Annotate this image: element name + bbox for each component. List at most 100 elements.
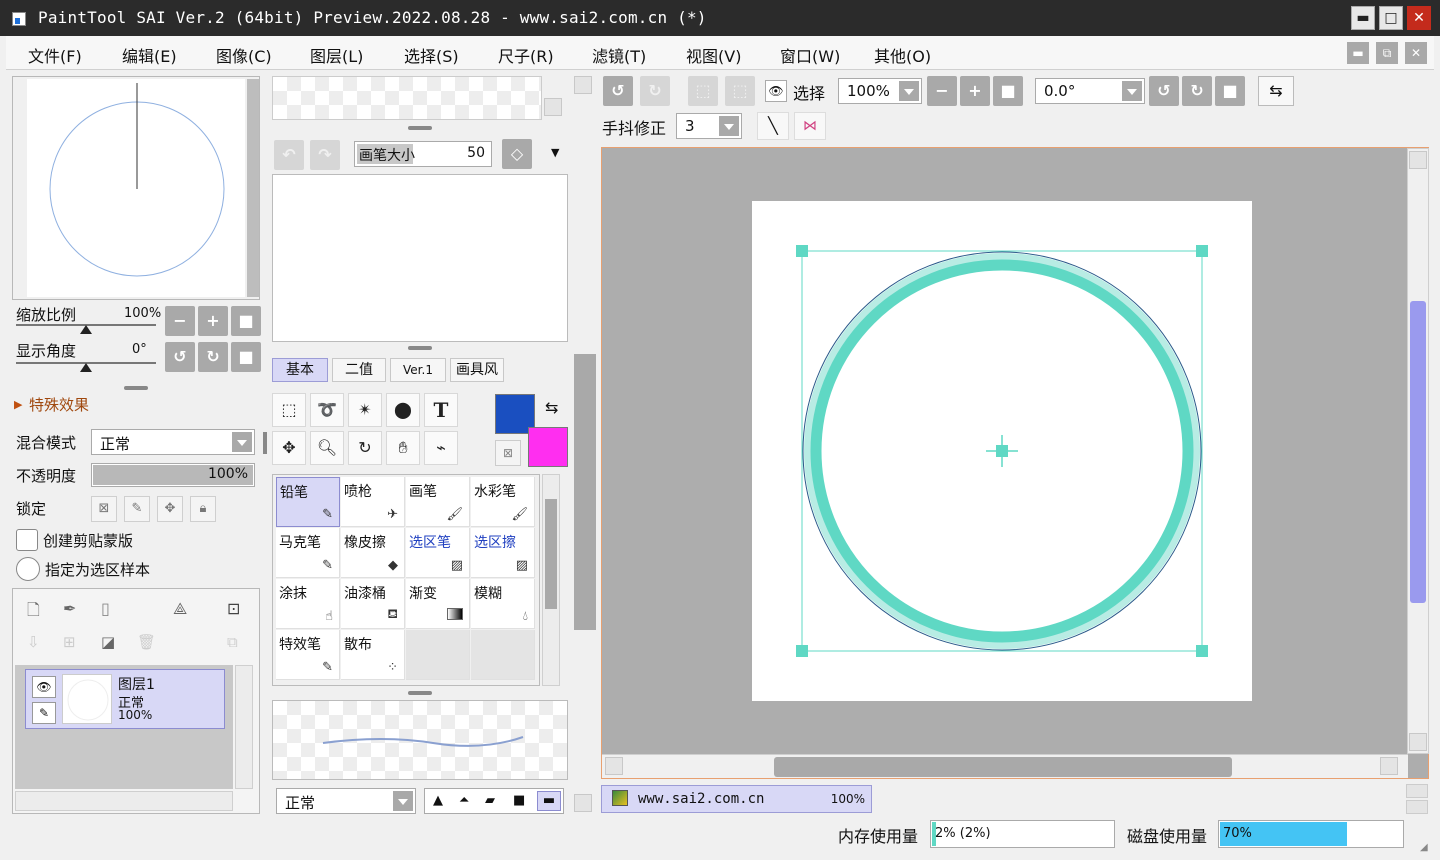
duplicate-layer-icon[interactable]: ⧉: [227, 633, 238, 651]
stabilizer-select[interactable]: 3: [676, 113, 742, 139]
brush-scatter[interactable]: 散布 ⁘: [341, 630, 405, 680]
redo-brush-button[interactable]: ↷: [310, 140, 340, 170]
brush-size-field[interactable]: 画笔大小 50: [354, 141, 492, 167]
panel-splitter[interactable]: [408, 126, 432, 130]
tab-scroll-down[interactable]: [1406, 800, 1428, 814]
hand-icon[interactable]: ✋︎: [386, 431, 420, 465]
tab-paint-style[interactable]: 画具风: [450, 358, 504, 382]
zoom-in-button[interactable]: +: [198, 306, 228, 336]
brush-eraser[interactable]: 橡皮擦 ◆: [341, 528, 405, 578]
navigator-preview[interactable]: [27, 79, 245, 297]
canvas-rotate-left-button[interactable]: ↺: [1149, 76, 1179, 106]
canvas-zoom-reset-button[interactable]: ■: [993, 76, 1023, 106]
canvas-hscroll-thumb[interactable]: [774, 757, 1232, 777]
eyedropper-icon[interactable]: ⌁: [424, 431, 458, 465]
canvas-rotation-select[interactable]: 0.0°: [1035, 78, 1145, 104]
brush-shape-button[interactable]: ◇: [502, 139, 532, 169]
undo-brush-button[interactable]: ↶: [274, 140, 304, 170]
canvas-vscroll-thumb[interactable]: [1410, 301, 1426, 603]
menu-file[interactable]: 文件(F): [28, 43, 82, 67]
brush-mode-select[interactable]: 正常: [276, 788, 416, 814]
tab-binary[interactable]: 二值: [332, 358, 386, 382]
lock-transparency-icon[interactable]: ⊠: [91, 496, 117, 522]
lock-draw-icon[interactable]: ✎: [124, 496, 150, 522]
middle-panel-scrollbar[interactable]: [574, 76, 596, 814]
text-tool-icon[interactable]: T: [424, 393, 458, 427]
effects-expand-icon[interactable]: ▶: [14, 398, 22, 411]
blend-mode-select[interactable]: 正常: [91, 429, 255, 455]
brush-gradient[interactable]: 渐变: [406, 579, 470, 629]
symmetry-icon[interactable]: ⋈: [794, 112, 826, 140]
brush-marker[interactable]: 马克笔 ✎: [276, 528, 340, 578]
menu-layer[interactable]: 图层(L): [310, 43, 363, 67]
eye-icon[interactable]: 👁︎: [32, 676, 56, 698]
menu-other[interactable]: 其他(O): [874, 43, 931, 67]
brush-selection-pen[interactable]: 选区笔 ▨: [406, 528, 470, 578]
move-down-icon[interactable]: ⇩: [27, 633, 40, 651]
brush-effect-pen[interactable]: 特效笔 ✎: [276, 630, 340, 680]
lock-move-icon[interactable]: ✥: [157, 496, 183, 522]
tip-round-icon[interactable]: ⏶: [459, 793, 469, 808]
transparent-color-icon[interactable]: ⊠: [495, 440, 521, 466]
brush-grid-scroll-thumb[interactable]: [545, 499, 557, 609]
deselect-button[interactable]: ⬚: [688, 76, 718, 106]
rotate-left-button[interactable]: ↺: [165, 342, 195, 372]
merge-icon[interactable]: ⊞: [63, 633, 76, 651]
panel-splitter[interactable]: [124, 386, 148, 390]
tab-basic[interactable]: 基本: [272, 358, 328, 382]
canvas-scroll-up[interactable]: [1409, 151, 1427, 169]
zoom-reset-button[interactable]: ■: [231, 306, 261, 336]
tip-square-icon[interactable]: ■: [513, 793, 525, 808]
brush-bucket[interactable]: 油漆桶 ⛾: [341, 579, 405, 629]
menu-image[interactable]: 图像(C): [216, 43, 272, 67]
brush-watercolor[interactable]: 水彩笔 🖌︎: [471, 477, 535, 527]
clear-layer-icon[interactable]: ◪: [101, 633, 115, 651]
middle-scroll-thumb[interactable]: [574, 354, 596, 630]
canvas-zoom-in-button[interactable]: +: [960, 76, 990, 106]
brush-brush[interactable]: 画笔 🖌︎: [406, 477, 470, 527]
mdi-close-button[interactable]: ✕: [1405, 42, 1427, 64]
brush-grid-scrollbar[interactable]: [542, 474, 560, 686]
new-folder-icon[interactable]: ▯: [101, 599, 110, 618]
canvas-paper[interactable]: [752, 201, 1252, 701]
layer-effect-icon[interactable]: ⟁: [173, 599, 187, 619]
menu-filter[interactable]: 滤镜(T): [592, 43, 646, 67]
document-tab[interactable]: www.sai2.com.cn 100%: [601, 785, 872, 813]
brush-selection-eraser[interactable]: 选区擦 ▨: [471, 528, 535, 578]
canvas-zoom-out-button[interactable]: −: [927, 76, 957, 106]
canvas-vscrollbar[interactable]: [1407, 148, 1429, 754]
undo-button[interactable]: ↺: [603, 76, 633, 106]
rect-select-icon[interactable]: ⬚: [272, 393, 306, 427]
canvas-scroll-down[interactable]: [1409, 733, 1427, 751]
scroll-up-arrow[interactable]: [574, 76, 592, 94]
panel-splitter[interactable]: [408, 691, 432, 695]
angle-slider-thumb[interactable]: [80, 363, 92, 372]
secondary-color-swatch[interactable]: [528, 427, 568, 467]
canvas-rotate-right-button[interactable]: ↻: [1182, 76, 1212, 106]
magic-wand-icon[interactable]: ✴: [348, 393, 382, 427]
effects-label[interactable]: 特殊效果: [29, 394, 89, 415]
new-vector-layer-icon[interactable]: ✒: [63, 599, 76, 618]
delete-layer-icon[interactable]: 🗑︎: [137, 633, 156, 651]
pencil-icon[interactable]: ✎: [32, 702, 56, 724]
panel-splitter[interactable]: [408, 346, 432, 350]
opacity-slider[interactable]: 100%: [91, 463, 255, 487]
menu-view[interactable]: 视图(V): [686, 43, 741, 67]
layer-mask-icon[interactable]: ⊡: [227, 599, 240, 618]
chevron-down-icon[interactable]: ▼: [551, 146, 559, 159]
line-tool-icon[interactable]: ╲: [757, 112, 789, 140]
tab-scroll-up[interactable]: [1406, 784, 1428, 798]
tip-sharp-icon[interactable]: ▲: [433, 793, 443, 808]
lock-all-icon[interactable]: 🔒︎: [190, 496, 216, 522]
selection-source-radio[interactable]: [16, 557, 40, 581]
redo-button[interactable]: ↻: [640, 76, 670, 106]
maximize-button[interactable]: □: [1379, 6, 1403, 30]
flip-horizontal-icon[interactable]: ⇆: [1258, 76, 1294, 106]
menu-ruler[interactable]: 尺子(R): [498, 43, 554, 67]
rotate-reset-button[interactable]: ■: [231, 342, 261, 372]
eye-icon[interactable]: 👁︎: [765, 80, 787, 102]
tip-flat-icon[interactable]: ▬: [537, 791, 561, 811]
panel-resize-handle[interactable]: [263, 432, 267, 454]
rotate-tool-icon[interactable]: ↻: [348, 431, 382, 465]
canvas-scroll-right[interactable]: [1380, 757, 1398, 775]
